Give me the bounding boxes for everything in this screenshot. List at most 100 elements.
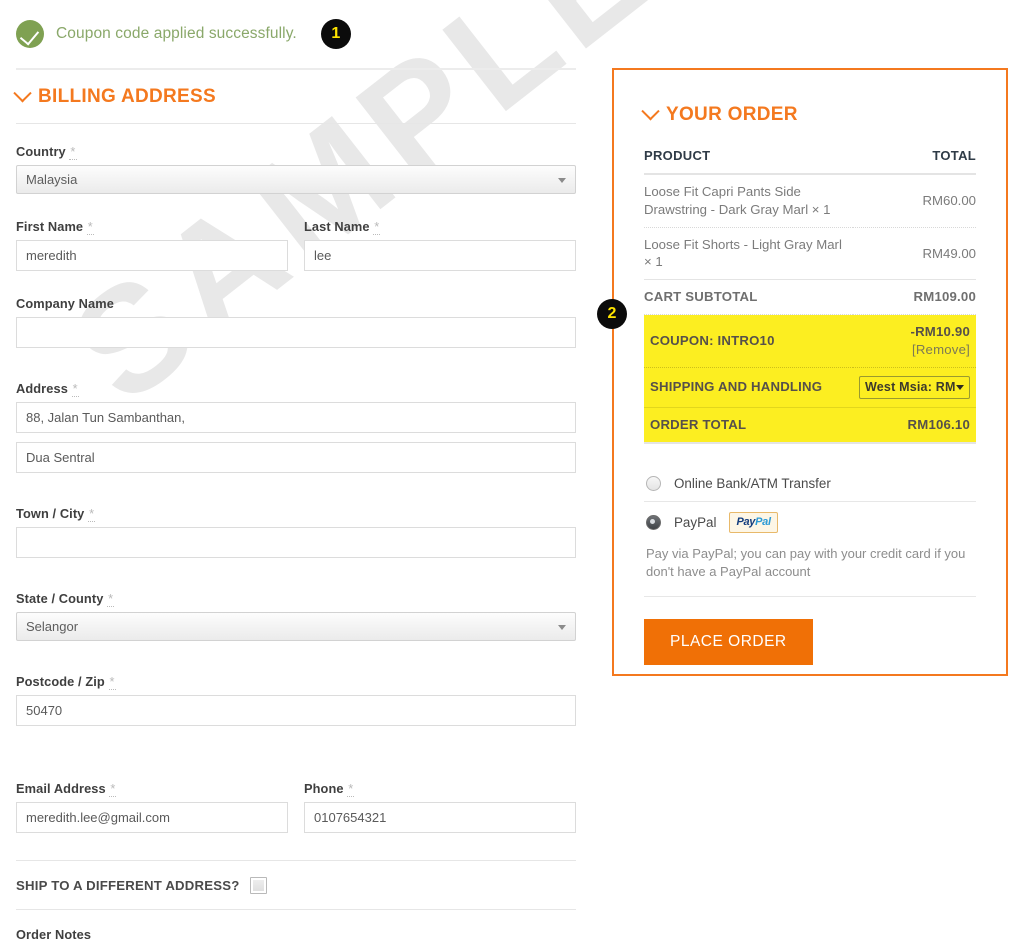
required-mark: * bbox=[86, 219, 94, 235]
address-label: Address * bbox=[16, 381, 79, 397]
your-order-title: YOUR ORDER bbox=[666, 104, 798, 125]
state-select[interactable]: Selangor bbox=[16, 612, 576, 641]
column-total: TOTAL bbox=[853, 148, 976, 175]
address-line2-input[interactable] bbox=[16, 442, 576, 473]
coupon-amount-cell: -RM10.90 [Remove] bbox=[853, 314, 976, 368]
coupon-value: -RM10.90 bbox=[910, 324, 970, 340]
phone-input[interactable] bbox=[304, 802, 576, 833]
shipping-row: SHIPPING AND HANDLING West Msia: RM bbox=[644, 367, 976, 408]
last-name-field: Last Name * bbox=[304, 219, 576, 271]
order-column: 2 YOUR ORDER PRODUCT TOTAL Loose Fit Cap… bbox=[597, 68, 1008, 676]
paypal-logo-pal: Pal bbox=[755, 516, 771, 528]
order-total-label: ORDER TOTAL bbox=[644, 407, 853, 444]
shipping-method-select[interactable]: West Msia: RM bbox=[859, 375, 970, 399]
shipping-label: SHIPPING AND HANDLING bbox=[644, 367, 853, 408]
paypal-logo-pay: Pay bbox=[736, 516, 756, 528]
postcode-label: Postcode / Zip * bbox=[16, 674, 116, 690]
paypal-logo-icon: Pay Pal bbox=[729, 511, 778, 533]
order-notes-field: Order Notes ⋰ bbox=[16, 927, 576, 946]
postcode-input[interactable] bbox=[16, 695, 576, 726]
table-row: Loose Fit Shorts - Light Gray Marl × 1 R… bbox=[644, 227, 976, 281]
chevron-down-icon bbox=[558, 178, 566, 183]
radio-paypal[interactable] bbox=[646, 514, 661, 530]
coupon-remove-link[interactable]: [Remove] bbox=[859, 341, 970, 359]
first-name-label: First Name * bbox=[16, 219, 94, 235]
required-mark: * bbox=[71, 381, 79, 397]
address-line1-input[interactable] bbox=[16, 402, 576, 433]
email-field: Email Address * bbox=[16, 781, 288, 833]
billing-address-title: BILLING ADDRESS bbox=[38, 86, 216, 107]
shipping-method-value: West Msia: RM bbox=[865, 379, 956, 394]
chevron-down-icon bbox=[558, 625, 566, 630]
last-name-input[interactable] bbox=[304, 240, 576, 271]
country-select[interactable]: Malaysia bbox=[16, 165, 576, 194]
order-summary-table: PRODUCT TOTAL Loose Fit Capri Pants Side… bbox=[644, 148, 976, 444]
required-mark: * bbox=[347, 781, 355, 797]
cart-subtotal-value: RM109.00 bbox=[853, 279, 976, 316]
state-value: Selangor bbox=[26, 619, 79, 634]
address-field: Address * bbox=[16, 381, 576, 473]
city-field: Town / City * bbox=[16, 506, 576, 558]
first-name-input[interactable] bbox=[16, 240, 288, 271]
product-total: RM60.00 bbox=[853, 174, 976, 228]
order-total-row: ORDER TOTAL RM106.10 bbox=[644, 407, 976, 444]
order-total-value: RM106.10 bbox=[853, 407, 976, 444]
product-name: Loose Fit Shorts - Light Gray Marl × 1 bbox=[644, 227, 853, 281]
your-order-header[interactable]: YOUR ORDER bbox=[641, 101, 976, 126]
company-input[interactable] bbox=[16, 317, 576, 348]
table-row: Loose Fit Capri Pants Side Drawstring - … bbox=[644, 174, 976, 228]
coupon-success-notice: Coupon code applied successfully. 1 bbox=[16, 0, 576, 68]
company-field: Company Name bbox=[16, 296, 576, 348]
check-circle-icon bbox=[16, 20, 44, 48]
country-value: Malaysia bbox=[26, 172, 78, 187]
required-mark: * bbox=[108, 674, 116, 690]
chevron-down-icon bbox=[641, 101, 660, 120]
payment-option-label: Online Bank/ATM Transfer bbox=[674, 475, 831, 491]
place-order-button[interactable]: PLACE ORDER bbox=[644, 619, 813, 666]
billing-column: Coupon code applied successfully. 1 BILL… bbox=[13, 0, 576, 946]
required-mark: * bbox=[69, 144, 77, 160]
city-input[interactable] bbox=[16, 527, 576, 558]
product-total: RM49.00 bbox=[853, 227, 976, 281]
coupon-label: COUPON: INTRO10 bbox=[644, 314, 853, 368]
order-notes-label: Order Notes bbox=[16, 927, 92, 942]
last-name-label: Last Name * bbox=[304, 219, 381, 235]
company-label: Company Name bbox=[16, 296, 114, 311]
email-input[interactable] bbox=[16, 802, 288, 833]
chevron-down-icon bbox=[956, 384, 964, 390]
notice-text: Coupon code applied successfully. bbox=[56, 25, 297, 42]
billing-address-header[interactable]: BILLING ADDRESS bbox=[13, 70, 576, 123]
phone-label: Phone * bbox=[304, 781, 355, 797]
annotation-badge-2: 2 bbox=[597, 299, 627, 329]
cart-subtotal-row: CART SUBTOTAL RM109.00 bbox=[644, 279, 976, 316]
phone-field: Phone * bbox=[304, 781, 576, 833]
required-mark: * bbox=[88, 506, 96, 522]
ship-to-different-address-label: SHIP TO A DIFFERENT ADDRESS? bbox=[16, 878, 240, 893]
required-mark: * bbox=[107, 591, 115, 607]
postcode-field: Postcode / Zip * bbox=[16, 674, 576, 726]
your-order-panel: 2 YOUR ORDER PRODUCT TOTAL Loose Fit Cap… bbox=[597, 68, 1008, 676]
radio-online-bank[interactable] bbox=[646, 475, 661, 491]
checkout-page: SAMPLE Coupon code applied successfully.… bbox=[0, 0, 1024, 946]
payment-option-label: PayPal bbox=[674, 514, 717, 530]
payment-methods: Online Bank/ATM Transfer PayPal Pay Pal P… bbox=[644, 466, 976, 598]
payment-option-paypal[interactable]: PayPal Pay Pal bbox=[644, 500, 976, 543]
column-product: PRODUCT bbox=[644, 148, 853, 175]
state-field: State / County * Selangor bbox=[16, 591, 576, 641]
email-label: Email Address * bbox=[16, 781, 117, 797]
table-header-row: PRODUCT TOTAL bbox=[644, 148, 976, 175]
ship-to-different-address-row[interactable]: SHIP TO A DIFFERENT ADDRESS? bbox=[16, 861, 576, 909]
coupon-row: COUPON: INTRO10 -RM10.90 [Remove] bbox=[644, 314, 976, 368]
product-name: Loose Fit Capri Pants Side Drawstring - … bbox=[644, 174, 853, 228]
shipping-option-cell: West Msia: RM bbox=[853, 367, 976, 408]
paypal-description: Pay via PayPal; you can pay with your cr… bbox=[644, 543, 976, 598]
country-field: Country * Malaysia bbox=[16, 144, 576, 194]
first-name-field: First Name * bbox=[16, 219, 288, 271]
cart-subtotal-label: CART SUBTOTAL bbox=[644, 279, 853, 316]
chevron-down-icon bbox=[13, 83, 32, 102]
payment-option-online-bank[interactable]: Online Bank/ATM Transfer bbox=[644, 466, 976, 501]
state-label: State / County * bbox=[16, 591, 115, 607]
ship-to-different-address-checkbox[interactable] bbox=[250, 877, 268, 894]
required-mark: * bbox=[373, 219, 381, 235]
annotation-badge-1: 1 bbox=[320, 19, 351, 49]
